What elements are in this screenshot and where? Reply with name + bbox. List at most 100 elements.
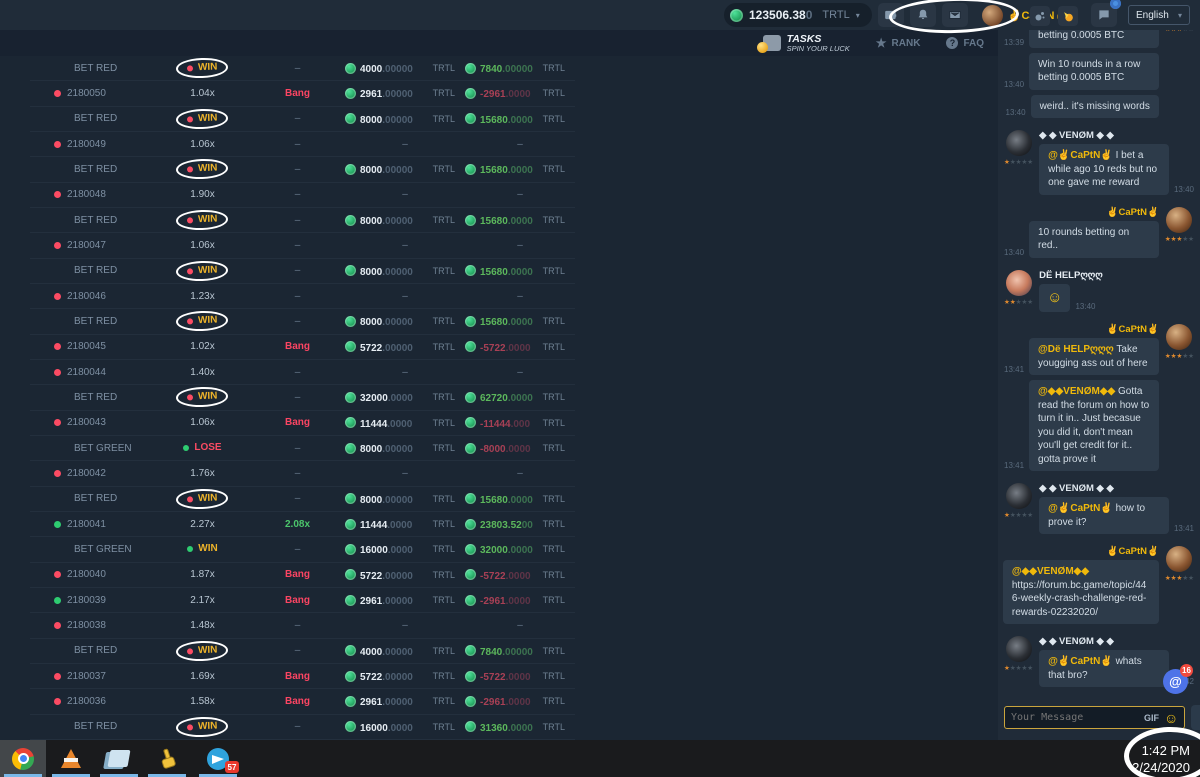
cashout-cell: – bbox=[250, 215, 345, 226]
table-row[interactable]: 2180040 1.87x Bang 5722.00000TRTL -5722.… bbox=[30, 563, 575, 588]
row-label: BET RED bbox=[74, 265, 117, 276]
row-label: BET RED bbox=[74, 645, 117, 656]
rank-button[interactable]: ★ RANK bbox=[876, 36, 921, 50]
faq-button[interactable]: ? FAQ bbox=[946, 37, 984, 49]
notifications-button[interactable] bbox=[910, 3, 936, 27]
table-row[interactable]: BET RED WIN – 32000.0000TRTL 62720.0000T… bbox=[30, 385, 575, 410]
profit-cell: 15680.0000TRTL bbox=[465, 160, 575, 178]
avatar[interactable] bbox=[1006, 130, 1032, 156]
mention[interactable]: @◆◆VENØM◆◆ bbox=[1012, 566, 1089, 577]
table-row[interactable]: BET RED WIN – 4000.00000TRTL 7840.00000T… bbox=[30, 56, 575, 81]
trtl-coin-icon bbox=[465, 519, 476, 530]
mention[interactable]: @◆◆VENØM◆◆ bbox=[1038, 386, 1118, 397]
badge-dot bbox=[187, 65, 193, 71]
table-row[interactable]: 2180046 1.23x – – – bbox=[30, 284, 575, 309]
multiplier: 1.06x bbox=[190, 417, 214, 428]
table-row[interactable]: 2180037 1.69x Bang 5722.00000TRTL -5722.… bbox=[30, 664, 575, 689]
badge-label: WIN bbox=[198, 315, 218, 327]
taskbar-vlc[interactable] bbox=[48, 740, 94, 777]
avatar[interactable] bbox=[1166, 546, 1192, 572]
chat-username[interactable]: DË HELPღღღ bbox=[1039, 270, 1194, 281]
table-row[interactable]: BET RED WIN – 8000.00000TRTL 15680.0000T… bbox=[30, 107, 575, 132]
send-button[interactable] bbox=[1191, 705, 1200, 730]
table-row[interactable]: 2180038 1.48x – – – bbox=[30, 613, 575, 638]
profit-cell: -2961.0000TRTL bbox=[465, 692, 575, 710]
table-row[interactable]: 2180044 1.40x – – – bbox=[30, 360, 575, 385]
mention[interactable]: @✌CaPtN✌ bbox=[1048, 656, 1115, 667]
table-row[interactable]: BET RED WIN – 8000.00000TRTL 15680.0000T… bbox=[30, 208, 575, 233]
messages-button[interactable] bbox=[942, 3, 968, 27]
chat-username[interactable]: ◆ ◆ VENØM ◆ ◆ bbox=[1039, 636, 1194, 647]
currency-unit: TRTL bbox=[543, 114, 575, 124]
chat-bubble: @✌CaPtN✌ whats that bro? bbox=[1039, 650, 1169, 687]
avatar[interactable] bbox=[1006, 483, 1032, 509]
chat-username[interactable]: ◆ ◆ VENØM ◆ ◆ bbox=[1039, 483, 1194, 494]
mention[interactable]: @✌CaPtN✌ bbox=[1048, 150, 1115, 161]
table-row[interactable]: BET RED WIN – 4000.00000TRTL 7840.00000T… bbox=[30, 639, 575, 664]
emoji-button[interactable]: ☺ bbox=[1164, 711, 1178, 725]
result-dot bbox=[54, 90, 61, 97]
table-row[interactable]: BET RED WIN – 8000.00000TRTL 15680.0000T… bbox=[30, 157, 575, 182]
chat-message-input[interactable] bbox=[1011, 712, 1139, 723]
taskbar-telegram[interactable]: 57 bbox=[195, 740, 241, 777]
chat-message: ✌CaPtN✌13:4010 rounds betting on red..★★… bbox=[1004, 207, 1194, 263]
table-row[interactable]: BET RED WIN – 8000.00000TRTL 15680.0000T… bbox=[30, 309, 575, 334]
balance-display[interactable]: 123506.380 TRTL ▾ bbox=[724, 3, 872, 27]
hot-room-button[interactable] bbox=[1058, 6, 1078, 26]
table-row[interactable]: 2180043 1.06x Bang 11444.0000TRTL -11444… bbox=[30, 411, 575, 436]
chat-username[interactable]: ✌CaPtN✌ bbox=[1004, 207, 1159, 218]
language-dropdown[interactable]: English ▾ bbox=[1128, 5, 1190, 25]
avatar[interactable] bbox=[1166, 207, 1192, 233]
chat-toggle-button[interactable] bbox=[1091, 3, 1117, 27]
table-row[interactable]: 2180042 1.76x – – – bbox=[30, 461, 575, 486]
table-row[interactable]: 2180050 1.04x Bang 2961.00000TRTL -2961.… bbox=[30, 81, 575, 106]
timestamp: 13:40 bbox=[1004, 80, 1024, 90]
table-row[interactable]: 2180045 1.02x Bang 5722.00000TRTL -5722.… bbox=[30, 335, 575, 360]
avatar[interactable] bbox=[1006, 636, 1032, 662]
tasks-button[interactable]: TASKS SPIN YOUR LUCK bbox=[763, 34, 850, 53]
table-row[interactable]: BET GREEN WIN – 16000.0000TRTL 32000.000… bbox=[30, 537, 575, 562]
avatar bbox=[982, 5, 1003, 26]
table-row[interactable]: BET GREEN LOSE – 8000.00000TRTL -8000.00… bbox=[30, 436, 575, 461]
chat-username[interactable]: ◆ ◆ VENØM ◆ ◆ bbox=[1039, 130, 1194, 141]
chat-room-button[interactable] bbox=[1030, 6, 1050, 26]
trtl-coin-icon bbox=[345, 519, 356, 530]
trtl-coin-icon bbox=[345, 544, 356, 555]
currency-unit: TRTL bbox=[543, 544, 575, 554]
table-row[interactable]: BET RED WIN – 16000.0000TRTL 31360.0000T… bbox=[30, 715, 575, 740]
system-clock[interactable]: 1:42 PM 2/24/2020 bbox=[1132, 743, 1190, 777]
mention[interactable]: @Dë HELPღღღ bbox=[1038, 344, 1116, 355]
cashout-cell: – bbox=[250, 316, 345, 327]
table-row[interactable]: 2180047 1.06x – – – bbox=[30, 233, 575, 258]
currency-selector[interactable]: TRTL bbox=[822, 9, 849, 21]
amount-cell: 2961.00000TRTL bbox=[345, 591, 465, 609]
row-label: BET RED bbox=[74, 113, 117, 124]
row-label: 2180037 bbox=[67, 671, 106, 682]
clock-date: 2/24/2020 bbox=[1132, 760, 1190, 777]
table-row[interactable]: BET RED WIN – 8000.00000TRTL 15680.0000T… bbox=[30, 487, 575, 512]
taskbar-hand[interactable] bbox=[144, 740, 190, 777]
avatar[interactable] bbox=[1006, 270, 1032, 296]
chat-username[interactable]: ✌CaPtN✌ bbox=[1004, 324, 1159, 335]
win-annotation-circle: WIN bbox=[176, 311, 229, 333]
table-row[interactable]: 2180049 1.06x – – – bbox=[30, 132, 575, 157]
table-row[interactable]: 2180039 2.17x Bang 2961.00000TRTL -2961.… bbox=[30, 588, 575, 613]
table-row[interactable]: 2180048 1.90x – – – bbox=[30, 183, 575, 208]
gif-button[interactable]: GIF bbox=[1144, 713, 1159, 723]
chat-username[interactable]: ✌CaPtN✌ bbox=[1004, 546, 1159, 557]
table-row[interactable]: 2180036 1.58x Bang 2961.00000TRTL -2961.… bbox=[30, 689, 575, 714]
taskbar-chrome[interactable] bbox=[0, 740, 46, 777]
mention[interactable]: @✌CaPtN✌ bbox=[1048, 503, 1115, 514]
trtl-coin-icon bbox=[345, 443, 356, 454]
wallet-button[interactable] bbox=[878, 3, 904, 27]
avatar[interactable] bbox=[1166, 324, 1192, 350]
table-row[interactable]: 2180041 2.27x 2.08x 11444.0000TRTL 23803… bbox=[30, 512, 575, 537]
secondary-bar: TASKS SPIN YOUR LUCK ★ RANK ? FAQ bbox=[0, 30, 998, 56]
user-stars: ★★★★★ bbox=[1004, 158, 1033, 166]
table-row[interactable]: BET RED WIN – 8000.00000TRTL 15680.0000T… bbox=[30, 259, 575, 284]
currency-unit: TRTL bbox=[543, 595, 575, 605]
trtl-coin-icon bbox=[465, 417, 476, 428]
mentions-button[interactable]: @ 16 bbox=[1163, 669, 1188, 694]
taskbar-notes[interactable] bbox=[96, 740, 142, 777]
chevron-down-icon: ▾ bbox=[1178, 11, 1182, 20]
